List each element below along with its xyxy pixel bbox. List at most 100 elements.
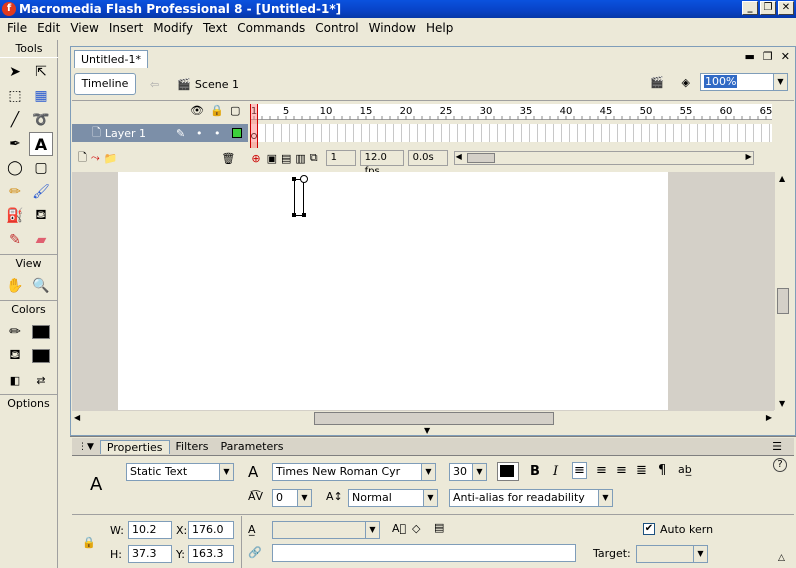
menu-text[interactable]: Text bbox=[198, 21, 232, 35]
timeline-scroll-right-icon[interactable]: ▶ bbox=[745, 152, 751, 161]
scroll-down-icon[interactable]: ▼ bbox=[779, 399, 785, 408]
layer-visible-dot[interactable]: • bbox=[196, 127, 203, 140]
default-colors-icon[interactable]: ◧ bbox=[3, 368, 27, 392]
document-tab[interactable]: Untitled-1* bbox=[74, 50, 148, 68]
zoom-select[interactable]: 100% ▼ bbox=[700, 73, 788, 91]
layer-frames[interactable] bbox=[250, 124, 772, 142]
antialias-select[interactable]: Anti-alias for readability ▼ bbox=[449, 489, 613, 507]
panel-collapse-handle-icon[interactable]: ▼ bbox=[424, 426, 430, 435]
pen-tool-icon[interactable]: ✒ bbox=[3, 132, 27, 156]
onion-skin-icon[interactable]: ▣ bbox=[267, 152, 277, 165]
doc-restore-icon[interactable]: ❐ bbox=[763, 50, 773, 63]
rectangle-tool-icon[interactable]: ▢ bbox=[29, 156, 53, 180]
tab-parameters[interactable]: Parameters bbox=[215, 440, 290, 453]
menu-insert[interactable]: Insert bbox=[104, 21, 148, 35]
vertical-scroll-thumb[interactable] bbox=[777, 288, 789, 314]
menu-view[interactable]: View bbox=[65, 21, 103, 35]
restore-button[interactable]: ❐ bbox=[760, 1, 776, 15]
paragraph-format-icon[interactable]: ¶ bbox=[658, 463, 666, 478]
text-handle-top-left[interactable] bbox=[292, 177, 296, 181]
back-arrow-icon[interactable]: ⇦ bbox=[150, 78, 159, 91]
help-icon[interactable]: ? bbox=[773, 458, 787, 472]
free-transform-tool-icon[interactable]: ⬚ bbox=[3, 84, 27, 108]
layer-outline-color[interactable] bbox=[232, 128, 242, 138]
menu-edit[interactable]: Edit bbox=[32, 21, 65, 35]
selectable-icon[interactable]: A⃞ bbox=[392, 522, 406, 535]
stage[interactable] bbox=[118, 172, 668, 410]
timeline-scroll-left-icon[interactable]: ◀ bbox=[456, 152, 462, 161]
font-family-select[interactable]: Times New Roman Cyr ▼ bbox=[272, 463, 436, 481]
edit-multiple-frames-icon[interactable]: ▥ bbox=[295, 152, 305, 165]
subselection-tool-icon[interactable]: ⇱ bbox=[29, 60, 53, 84]
italic-icon[interactable]: I bbox=[553, 464, 558, 479]
close-button[interactable]: ✕ bbox=[778, 1, 794, 15]
text-handle-bottom-right[interactable] bbox=[302, 213, 306, 217]
bold-icon[interactable]: B bbox=[530, 464, 540, 479]
minimize-button[interactable]: _ bbox=[742, 1, 758, 15]
x-field[interactable]: 176.0 bbox=[188, 521, 234, 539]
hand-tool-icon[interactable]: ✋ bbox=[3, 274, 27, 298]
delete-layer-icon[interactable]: 🗑 bbox=[221, 152, 235, 165]
lock-icon[interactable]: 🔒 bbox=[210, 104, 224, 117]
scroll-right-icon[interactable]: ▶ bbox=[766, 413, 772, 422]
stage-horizontal-scrollbar[interactable]: ◀ ▶ bbox=[72, 410, 774, 426]
text-handle-resize-circle[interactable] bbox=[300, 175, 308, 183]
selection-tool-icon[interactable]: ➤ bbox=[3, 60, 27, 84]
align-right-icon[interactable]: ≡ bbox=[616, 463, 627, 478]
baseline-select[interactable]: Normal ▼ bbox=[348, 489, 438, 507]
tab-filters[interactable]: Filters bbox=[170, 440, 215, 453]
swap-colors-icon[interactable]: ⇄ bbox=[29, 368, 53, 392]
url-link-field[interactable] bbox=[272, 544, 576, 562]
text-color-swatch[interactable] bbox=[497, 462, 519, 481]
html-render-icon[interactable]: ◇ bbox=[412, 522, 420, 535]
stroke-color-swatch[interactable] bbox=[29, 320, 53, 344]
fill-color-swatch[interactable] bbox=[29, 344, 53, 368]
lock-proportions-icon[interactable]: 🔒 bbox=[82, 536, 96, 549]
modify-onion-markers-icon[interactable]: ⧉ bbox=[310, 151, 318, 165]
menu-help[interactable]: Help bbox=[421, 21, 458, 35]
insert-folder-icon[interactable]: 📁 bbox=[104, 152, 118, 165]
show-hide-eye-icon[interactable]: 👁 bbox=[190, 104, 204, 117]
text-handle-bottom-left[interactable] bbox=[292, 213, 296, 217]
zoom-tool-icon[interactable]: 🔍 bbox=[29, 274, 53, 298]
auto-kern-checkbox[interactable]: ✔ bbox=[643, 523, 655, 535]
layer-row[interactable]: 🗋 Layer 1 ✎ • • bbox=[72, 124, 248, 142]
timeline-hscroll[interactable]: ◀ ▶ bbox=[453, 151, 754, 165]
align-center-icon[interactable]: ≡ bbox=[596, 463, 607, 478]
add-motion-guide-icon[interactable]: ⤳ bbox=[91, 151, 100, 165]
panel-options-icon[interactable]: ☰ bbox=[766, 440, 788, 453]
panel-grip-icon[interactable]: ⋮▼ bbox=[72, 442, 100, 452]
eraser-tool-icon[interactable]: ▰ bbox=[29, 228, 53, 252]
horizontal-scroll-thumb[interactable] bbox=[314, 412, 554, 425]
doc-close-icon[interactable]: ✕ bbox=[781, 50, 790, 63]
menu-commands[interactable]: Commands bbox=[232, 21, 310, 35]
tab-properties[interactable]: Properties bbox=[99, 439, 170, 454]
doc-minimize-icon[interactable]: ▬ bbox=[745, 50, 755, 63]
insert-layer-icon[interactable]: 🗋 bbox=[78, 149, 87, 168]
gradient-transform-tool-icon[interactable]: ▦ bbox=[29, 84, 53, 108]
letter-spacing-field[interactable]: 0 ▼ bbox=[272, 489, 312, 507]
height-field[interactable]: 37.3 bbox=[128, 545, 172, 563]
outline-square-icon[interactable]: ▢ bbox=[230, 104, 240, 117]
menu-modify[interactable]: Modify bbox=[148, 21, 198, 35]
width-field[interactable]: 10.2 bbox=[128, 521, 172, 539]
brush-tool-icon[interactable]: 🖌 bbox=[29, 180, 53, 204]
eyedropper-tool-icon[interactable]: ✎ bbox=[3, 228, 27, 252]
line-tool-icon[interactable]: ╱ bbox=[3, 108, 27, 132]
edit-scene-icon[interactable]: 🎬 bbox=[650, 76, 664, 89]
ink-bottle-tool-icon[interactable]: ⛽ bbox=[3, 204, 27, 228]
text-direction-icon[interactable]: ab̲ bbox=[678, 463, 692, 476]
playhead[interactable] bbox=[250, 104, 258, 148]
oval-tool-icon[interactable]: ◯ bbox=[3, 156, 27, 180]
scroll-left-icon[interactable]: ◀ bbox=[74, 413, 80, 422]
expand-panel-icon[interactable]: △ bbox=[778, 553, 785, 563]
frame-ruler[interactable]: 1 5 10 15 20 25 30 35 40 45 50 55 60 65 bbox=[250, 104, 772, 120]
center-frame-icon[interactable]: ⊕ bbox=[251, 152, 260, 165]
menu-window[interactable]: Window bbox=[364, 21, 421, 35]
font-size-field[interactable]: 30 ▼ bbox=[449, 463, 487, 481]
text-type-select[interactable]: Static Text ▼ bbox=[126, 463, 234, 481]
timeline-scroll-thumb[interactable] bbox=[466, 153, 495, 163]
menu-file[interactable]: File bbox=[2, 21, 32, 35]
timeline-toggle-button[interactable]: Timeline bbox=[74, 73, 136, 95]
paint-bucket-tool-icon[interactable]: ⛾ bbox=[29, 204, 53, 228]
